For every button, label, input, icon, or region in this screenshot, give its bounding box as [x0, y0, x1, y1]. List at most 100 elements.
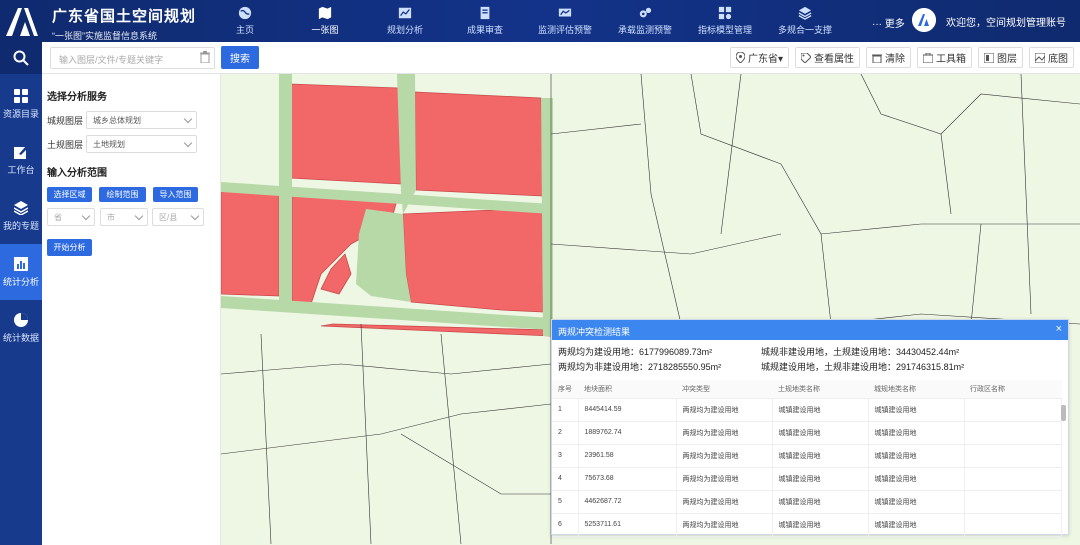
boundary-line: [440, 333, 462, 545]
table-cell: 两规均为建设用地: [676, 513, 773, 537]
table-cell: 两规均为建设用地: [676, 421, 773, 445]
import-range-button[interactable]: 导入范围: [153, 187, 198, 202]
table-cell: 城镇建设用地: [772, 490, 869, 514]
table-cell: 城镇建设用地: [868, 513, 965, 537]
nav-label: 成果审查: [466, 25, 503, 35]
monitor-icon: [558, 8, 572, 17]
toolbox-icon: [923, 52, 933, 63]
nav-planning-analysis[interactable]: 规划分析: [365, 0, 445, 42]
stat-label: 两规均为建设用地：: [558, 347, 640, 357]
close-icon[interactable]: ×: [1056, 323, 1062, 335]
nav-monitor[interactable]: 监测评估预警: [525, 0, 605, 42]
green-area: [356, 209, 411, 302]
column-header: 冲突类型: [676, 380, 772, 399]
top-bar: 广东省国土空间规划 “一张图”实施监督信息系统 主页 一张图 规划分析 成果审查…: [0, 0, 1080, 42]
sidebar-item-topics[interactable]: 我的专题: [0, 188, 42, 244]
avatar[interactable]: [912, 8, 936, 32]
table-cell: 城镇建设用地: [772, 467, 869, 491]
table-cell: 1889762.74: [578, 421, 677, 445]
table-row[interactable]: 5 4462687.72 两规均为建设用地 城镇建设用地 城镇建设用地: [552, 490, 1062, 514]
nav-review[interactable]: 成果审查: [445, 0, 525, 42]
district-select[interactable]: 区/县: [152, 208, 204, 226]
nav-one-map[interactable]: 一张图: [285, 0, 365, 42]
draw-range-button[interactable]: 绘制范围: [99, 187, 146, 202]
result-table: 序号 地块面积 冲突类型 土规地类名称 城规地类名称 行政区名称 1 844541…: [552, 380, 1062, 537]
table-cell: [964, 444, 1062, 468]
trash-icon[interactable]: [200, 51, 210, 63]
sidebar-item-label: 统计分析: [2, 276, 39, 287]
table-scrollbar[interactable]: [1061, 405, 1066, 421]
column-header: 地块面积: [578, 380, 676, 399]
table-cell: [964, 421, 1062, 445]
table-row[interactable]: 2 1889762.74 两规均为建设用地 城镇建设用地 城镇建设用地: [552, 421, 1062, 445]
province-select[interactable]: 省: [47, 208, 95, 226]
nav-label: 承载监测预警: [617, 25, 672, 35]
table-row[interactable]: 4 75673.68 两规均为建设用地 城镇建设用地 城镇建设用地: [552, 467, 1062, 491]
toolbox-button[interactable]: 工具箱: [917, 47, 972, 68]
table-cell: 23961.58: [578, 444, 677, 468]
column-header: 土规地类名称: [772, 380, 868, 399]
parcel: [289, 83, 402, 185]
stat-value: 6177996089.73m²: [639, 347, 713, 357]
tool-label: 查看属性: [814, 54, 854, 65]
table-row[interactable]: 1 8445414.59 两规均为建设用地 城镇建设用地 城镇建设用地: [552, 398, 1062, 422]
nav-label: 指标模型管理: [697, 25, 752, 35]
tag-icon: [801, 52, 811, 63]
clear-button[interactable]: 清除: [866, 47, 911, 68]
select-region-button[interactable]: 选择区域: [47, 187, 92, 202]
table-cell: 两规均为建设用地: [676, 467, 773, 491]
table-cell: 城镇建设用地: [772, 398, 869, 422]
province-placeholder: 省: [54, 213, 62, 222]
boundary-line: [940, 133, 952, 215]
map-tools: 广东省▾ 查看属性 清除 工具箱 图层 底图: [729, 47, 1074, 68]
sidebar-item-resources[interactable]: 资源目录: [0, 76, 42, 132]
boundary-line: [260, 333, 272, 545]
result-stats: 两规均为建设用地：6177996089.73m² 城规非建设用地，土规建设用地：…: [552, 340, 1068, 375]
boundary-line: [970, 223, 982, 325]
nav-indicator-model[interactable]: 指标模型管理: [685, 0, 765, 42]
table-row[interactable]: 3 23961.58 两规均为建设用地 城镇建设用地 城镇建设用地: [552, 444, 1062, 468]
more-menu[interactable]: ··· 更多: [872, 15, 905, 30]
start-analysis-button[interactable]: 开始分析: [47, 239, 92, 256]
layers-button[interactable]: 图层: [978, 47, 1023, 68]
column-header: 序号: [552, 380, 578, 399]
map-icon: [318, 6, 332, 20]
boundary-line: [720, 74, 742, 235]
boundary-line: [400, 433, 551, 495]
city-select[interactable]: 市: [100, 208, 148, 226]
sidebar-item-statistics-data[interactable]: 统计数据: [0, 300, 42, 356]
land-layer-select[interactable]: 土地规划: [86, 135, 197, 153]
bar-chart-icon: [14, 256, 28, 271]
boundary-line: [860, 74, 1080, 135]
welcome-user[interactable]: 欢迎您，空间规划管理账号: [946, 14, 1066, 29]
main-nav: 主页 一张图 规划分析 成果审查 监测评估预警 承载监测预警 指标模型管理 多规…: [205, 0, 845, 42]
nav-home[interactable]: 主页: [205, 0, 285, 42]
sidebar: 资源目录 工作台 我的专题 统计分析 统计数据: [0, 42, 42, 545]
nav-multi-plan[interactable]: 多规合一支撑: [765, 0, 845, 42]
sidebar-search[interactable]: [0, 42, 42, 74]
search-button[interactable]: 搜索: [221, 46, 259, 69]
view-attributes-button[interactable]: 查看属性: [795, 47, 860, 68]
sidebar-item-workbench[interactable]: 工作台: [0, 132, 42, 188]
sidebar-item-statistics-analysis[interactable]: 统计分析: [0, 244, 42, 300]
nav-capacity[interactable]: 承载监测预警: [605, 0, 685, 42]
table-cell: 城镇建设用地: [868, 444, 965, 468]
nav-label: 一张图: [311, 25, 339, 35]
table-row[interactable]: 6 5253711.61 两规均为建设用地 城镇建设用地 城镇建设用地: [552, 513, 1062, 537]
table-cell: 城镇建设用地: [868, 490, 965, 514]
search-input[interactable]: 输入图层/文件/专题关键字: [50, 47, 215, 69]
city-layer-select[interactable]: 城乡总体规划: [86, 111, 197, 129]
location-icon: [735, 52, 745, 63]
boundary-line: [820, 223, 1080, 235]
clear-icon: [872, 54, 882, 63]
globe-icon: [238, 6, 252, 20]
analysis-icon: [398, 7, 412, 19]
layers-icon: [798, 6, 812, 20]
parcel: [402, 207, 544, 313]
stat-value: 2718285550.95m²: [648, 362, 722, 372]
tool-label: 底图: [1048, 54, 1068, 65]
region-select[interactable]: 广东省▾: [729, 47, 789, 68]
basemap-button[interactable]: 底图: [1029, 47, 1074, 68]
layers-panel-icon: [984, 52, 994, 63]
stat-value: 34430452.44m²: [896, 347, 960, 357]
